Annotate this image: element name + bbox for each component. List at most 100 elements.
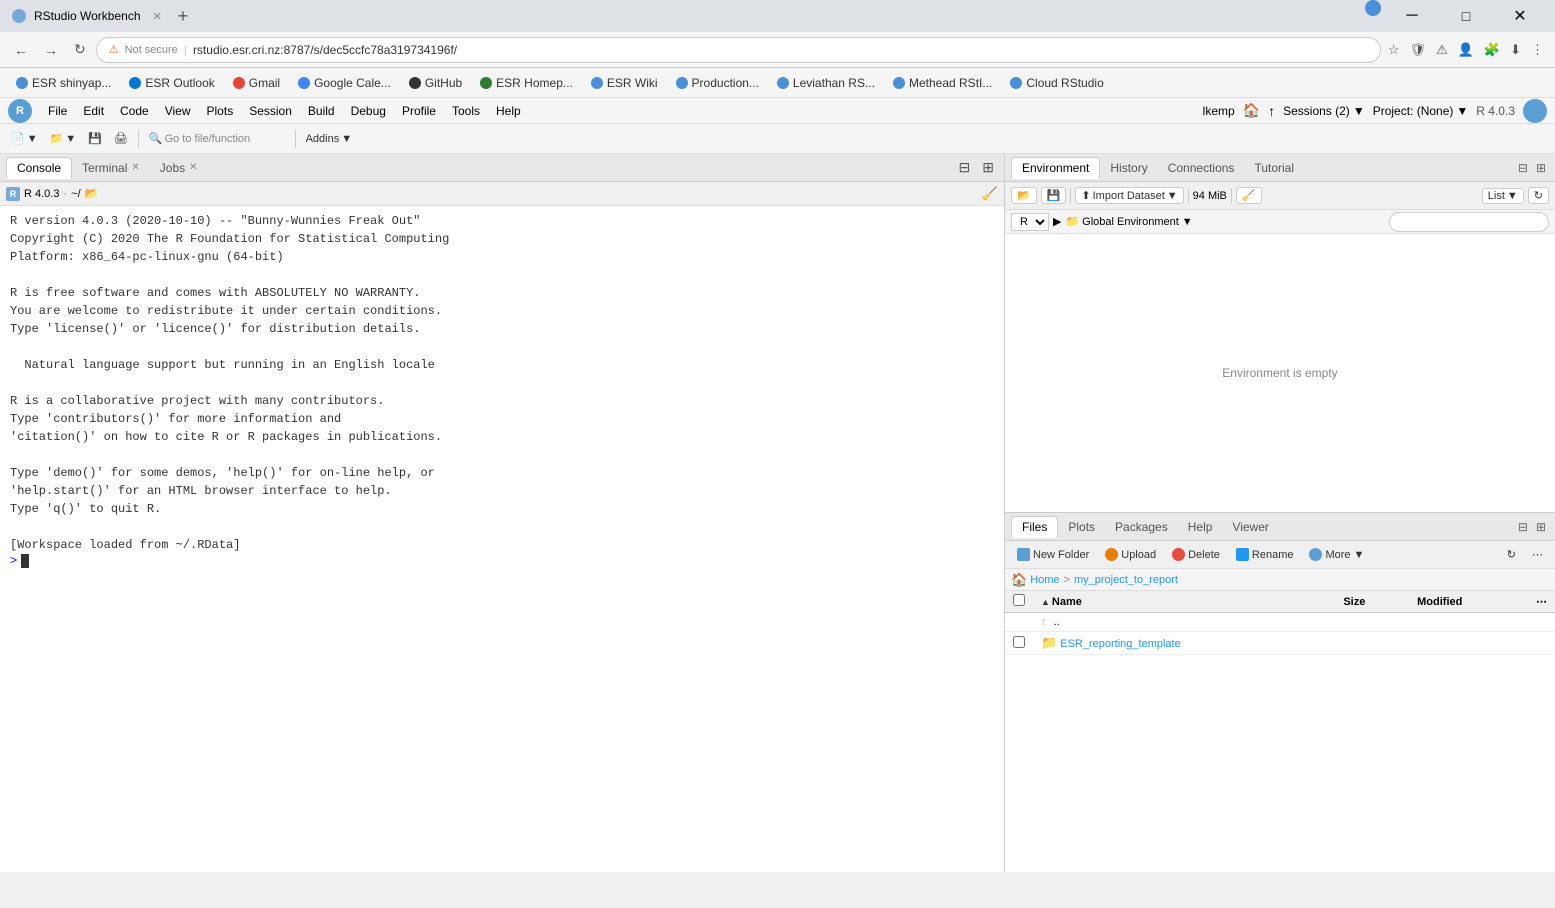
menu-help[interactable]: Help [488,102,529,120]
right-top-minimize-button[interactable]: ⊟ [1515,161,1531,175]
save-button[interactable]: 💾 [83,130,107,147]
clear-env-button[interactable]: 🧹 [1236,187,1262,204]
tab-history[interactable]: History [1100,158,1157,178]
menu-debug[interactable]: Debug [343,102,394,120]
load-workspace-button[interactable]: 📂 [1011,187,1037,204]
bookmark-methead[interactable]: Methead RStI... [885,74,1000,92]
path-browse-icon[interactable]: 📂 [85,187,99,200]
tab-help[interactable]: Help [1178,517,1223,537]
bookmark-esr-home[interactable]: ESR Homep... [472,74,581,92]
list-view-button[interactable]: List ▼ [1482,188,1524,204]
select-all-checkbox[interactable] [1013,594,1025,606]
jobs-tab-close[interactable]: ✕ [189,162,197,173]
menu-icon[interactable]: ⋮ [1528,39,1547,61]
bookmark-gcal[interactable]: Google Cale... [290,74,399,92]
bookmark-gmail[interactable]: Gmail [225,74,288,92]
tab-terminal[interactable]: Terminal ✕ [72,158,150,178]
more-button[interactable]: More ▼ [1303,546,1370,563]
forward-button[interactable]: → [38,38,64,62]
bookmark-esr-wiki[interactable]: ESR Wiki [583,74,666,92]
row-name-cell2[interactable]: 📁 ESR_reporting_template [1033,632,1335,655]
addins-button[interactable]: Addins ▼ [301,131,358,147]
menu-tools[interactable]: Tools [444,102,488,120]
console-clear-button[interactable]: 🧹 [982,186,998,202]
rename-file-button[interactable]: Rename [1230,546,1300,563]
breadcrumb-home[interactable]: Home [1030,574,1059,586]
tab-viewer[interactable]: Viewer [1222,517,1278,537]
reload-button[interactable]: ↻ [68,37,92,62]
refresh-files-button[interactable]: ↻ [1501,546,1522,563]
import-dataset-button[interactable]: ⬆ Import Dataset ▼ [1075,187,1183,204]
bookmark-github[interactable]: GitHub [401,74,470,92]
menu-build[interactable]: Build [300,102,343,120]
open-file-button[interactable]: 📁 ▼ [45,130,82,147]
upload-button[interactable]: ↑ [1268,103,1275,119]
url-text[interactable]: rstudio.esr.cri.nz:8787/s/dec5ccfc78a319… [193,43,1368,57]
tab-files[interactable]: Files [1011,516,1058,538]
profile-icon[interactable]: 👤 [1455,39,1477,61]
menu-code[interactable]: Code [112,102,157,120]
go-to-file-button[interactable]: 🔍 Go to file/function [144,130,290,147]
right-bottom-minimize-button[interactable]: ⊟ [1515,520,1531,534]
global-env-selector[interactable]: 📁 Global Environment ▼ [1065,215,1192,228]
breadcrumb-path[interactable]: my_project_to_report [1074,574,1178,586]
bookmark-icon[interactable]: ☆ [1385,39,1403,61]
download-icon[interactable]: ⬇ [1507,39,1524,61]
tab-plots[interactable]: Plots [1058,517,1105,537]
refresh-env-button[interactable]: ↻ [1528,187,1549,204]
delete-file-button[interactable]: Delete [1166,546,1226,563]
minimize-button[interactable]: ─ [1389,0,1435,32]
menu-session[interactable]: Session [241,102,300,120]
row-name-cell[interactable]: ↑ .. [1033,613,1335,632]
save-workspace-button[interactable]: 💾 [1041,187,1067,204]
r-selector[interactable]: R [1011,213,1049,231]
new-file-button[interactable]: 📄 ▼ [6,130,43,147]
shield-icon[interactable]: 🛡 [1407,39,1430,61]
alert-icon[interactable]: ⚠ [1433,39,1451,61]
name-column-header[interactable]: ▲ Name [1033,591,1335,613]
file-link[interactable]: ESR_reporting_template [1060,638,1180,650]
bookmark-production[interactable]: Production... [668,74,767,92]
menu-view[interactable]: View [157,102,199,120]
menu-plots[interactable]: Plots [199,102,242,120]
tab-tutorial[interactable]: Tutorial [1244,158,1304,178]
print-button[interactable]: 🖨 [109,130,133,147]
bookmark-esr-outlook[interactable]: ESR Outlook [121,74,222,92]
bookmark-esr-shiny[interactable]: ESR shinyap... [8,74,119,92]
size-column-header[interactable]: Size [1335,591,1409,613]
tab-environment[interactable]: Environment [1011,157,1100,179]
maximize-button[interactable]: □ [1443,0,1489,32]
file-checkbox[interactable] [1013,636,1025,648]
right-top-maximize-button[interactable]: ⊞ [1533,161,1549,175]
new-folder-button[interactable]: New Folder [1011,546,1095,563]
tab-console[interactable]: Console [6,157,72,179]
console-output-area[interactable]: R version 4.0.3 (2020-10-10) -- "Bunny-W… [0,206,1004,872]
upload-file-button[interactable]: Upload [1099,546,1162,563]
menu-profile[interactable]: Profile [394,102,444,120]
close-button[interactable]: ✕ [1497,0,1543,32]
address-bar[interactable]: ⚠ Not secure | rstudio.esr.cri.nz:8787/s… [96,37,1381,63]
right-bottom-maximize-button[interactable]: ⊞ [1533,520,1549,534]
env-search-input[interactable] [1389,212,1549,232]
bookmark-cloud-rstudio[interactable]: Cloud RStudio [1002,74,1111,92]
sessions-button[interactable]: Sessions (2) ▼ [1283,104,1365,118]
terminal-tab-close[interactable]: ✕ [131,162,139,173]
maximize-panel-button[interactable]: ⊞ [978,157,998,178]
new-tab-button[interactable]: + [170,6,197,27]
r-version-button[interactable]: R 4.0.3 [1476,104,1515,118]
user-avatar[interactable] [1523,99,1547,123]
menu-file[interactable]: File [40,102,75,120]
back-button[interactable]: ← [8,38,34,62]
close-tab-icon[interactable]: ✕ [153,10,162,23]
files-ellipsis-button[interactable]: ⋯ [1526,546,1549,563]
bookmark-leviathan[interactable]: Leviathan RS... [769,74,883,92]
modified-column-header[interactable]: Modified [1409,591,1528,613]
project-button[interactable]: Project: (None) ▼ [1373,104,1469,118]
go-to-file-label[interactable]: Go to file/function [165,133,285,145]
tab-jobs[interactable]: Jobs ✕ [150,158,208,178]
home-button[interactable]: 🏠 [1243,102,1260,119]
tab-connections[interactable]: Connections [1158,158,1245,178]
menu-edit[interactable]: Edit [75,102,112,120]
minimize-panel-button[interactable]: ⊟ [955,157,975,178]
extension-icon[interactable]: 🧩 [1481,39,1503,61]
